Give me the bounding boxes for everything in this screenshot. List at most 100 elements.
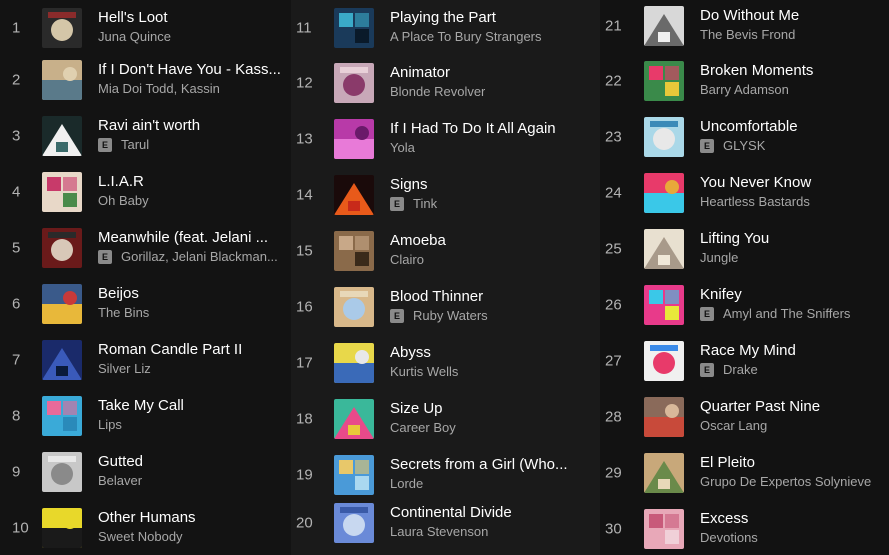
- album-cover[interactable]: [334, 287, 374, 327]
- track-artist[interactable]: Career Boy: [390, 420, 456, 435]
- track-artist[interactable]: Sweet Nobody: [98, 529, 183, 544]
- track-row[interactable]: 6 Beijos The Bins: [0, 276, 291, 332]
- track-row[interactable]: 30 Excess Devotions: [600, 501, 889, 555]
- track-artist[interactable]: Heartless Bastards: [700, 194, 810, 209]
- album-cover[interactable]: [644, 453, 684, 493]
- track-title[interactable]: Hell's Loot: [98, 9, 288, 26]
- track-row[interactable]: 29 El Pleito Grupo De Expertos Solynieve: [600, 445, 889, 501]
- track-row[interactable]: 27 Race My Mind E Drake: [600, 333, 889, 389]
- album-cover[interactable]: [42, 172, 82, 212]
- track-row[interactable]: 24 You Never Know Heartless Bastards: [600, 165, 889, 221]
- album-cover[interactable]: [334, 455, 374, 495]
- album-cover[interactable]: [334, 503, 374, 543]
- track-title[interactable]: If I Don't Have You - Kass...: [98, 61, 288, 78]
- album-cover[interactable]: [644, 173, 684, 213]
- track-artist[interactable]: Gorillaz, Jelani Blackman...: [121, 249, 278, 264]
- track-title[interactable]: L.I.A.R: [98, 173, 288, 190]
- album-cover[interactable]: [644, 397, 684, 437]
- album-cover[interactable]: [42, 396, 82, 436]
- album-cover[interactable]: [334, 343, 374, 383]
- track-row[interactable]: 25 Lifting You Jungle: [600, 221, 889, 277]
- track-row[interactable]: 18 Size Up Career Boy: [291, 391, 600, 447]
- album-cover[interactable]: [644, 117, 684, 157]
- track-artist[interactable]: Oh Baby: [98, 193, 149, 208]
- track-artist[interactable]: Blonde Revolver: [390, 84, 485, 99]
- album-cover[interactable]: [644, 61, 684, 101]
- track-artist[interactable]: Tarul: [121, 137, 149, 152]
- album-cover[interactable]: [334, 119, 374, 159]
- track-row[interactable]: 15 Amoeba Clairo: [291, 223, 600, 279]
- album-cover[interactable]: [42, 60, 82, 100]
- track-row[interactable]: 28 Quarter Past Nine Oscar Lang: [600, 389, 889, 445]
- track-title[interactable]: Race My Mind: [700, 342, 888, 359]
- track-artist[interactable]: Grupo De Expertos Solynieve: [700, 474, 871, 489]
- track-artist[interactable]: Amyl and The Sniffers: [723, 306, 850, 321]
- track-row[interactable]: 23 Uncomfortable E GLYSK: [600, 109, 889, 165]
- track-title[interactable]: Lifting You: [700, 230, 888, 247]
- album-cover[interactable]: [42, 452, 82, 492]
- track-title[interactable]: Amoeba: [390, 232, 590, 249]
- album-cover[interactable]: [42, 340, 82, 380]
- album-cover[interactable]: [334, 175, 374, 215]
- track-row[interactable]: 13 If I Had To Do It All Again Yola: [291, 111, 600, 167]
- track-title[interactable]: Gutted: [98, 453, 288, 470]
- track-title[interactable]: Beijos: [98, 285, 288, 302]
- track-artist[interactable]: Juna Quince: [98, 29, 171, 44]
- track-title[interactable]: Continental Divide: [390, 504, 590, 521]
- album-cover[interactable]: [334, 231, 374, 271]
- track-title[interactable]: Knifey: [700, 286, 888, 303]
- track-artist[interactable]: A Place To Bury Strangers: [390, 29, 542, 44]
- track-artist[interactable]: Laura Stevenson: [390, 524, 488, 539]
- track-title[interactable]: Abyss: [390, 344, 590, 361]
- track-row[interactable]: 7 Roman Candle Part II Silver Liz: [0, 332, 291, 388]
- album-cover[interactable]: [334, 8, 374, 48]
- track-title[interactable]: Roman Candle Part II: [98, 341, 288, 358]
- track-artist[interactable]: The Bins: [98, 305, 149, 320]
- track-artist[interactable]: Mia Doi Todd, Kassin: [98, 81, 220, 96]
- track-artist[interactable]: Clairo: [390, 252, 424, 267]
- track-artist[interactable]: Oscar Lang: [700, 418, 767, 433]
- track-row[interactable]: 26 Knifey E Amyl and The Sniffers: [600, 277, 889, 333]
- track-row[interactable]: 20 Continental Divide Laura Stevenson: [291, 495, 600, 551]
- track-row[interactable]: 14 Signs E Tink: [291, 167, 600, 223]
- track-title[interactable]: Ravi ain't worth: [98, 117, 288, 134]
- track-title[interactable]: Other Humans: [98, 509, 288, 526]
- track-row[interactable]: 4 L.I.A.R Oh Baby: [0, 164, 291, 220]
- track-title[interactable]: Broken Moments: [700, 62, 888, 79]
- track-title[interactable]: El Pleito: [700, 454, 888, 471]
- track-artist[interactable]: Lorde: [390, 476, 423, 491]
- track-row[interactable]: 17 Abyss Kurtis Wells: [291, 335, 600, 391]
- track-title[interactable]: Do Without Me: [700, 7, 888, 24]
- track-title[interactable]: Quarter Past Nine: [700, 398, 888, 415]
- track-artist[interactable]: Tink: [413, 196, 437, 211]
- album-cover[interactable]: [644, 6, 684, 46]
- track-row[interactable]: 1 Hell's Loot Juna Quince: [0, 0, 291, 56]
- track-artist[interactable]: Drake: [723, 362, 758, 377]
- track-row[interactable]: 11 Playing the Part A Place To Bury Strang…: [291, 0, 600, 56]
- track-row[interactable]: 3 Ravi ain't worth E Tarul: [0, 108, 291, 164]
- track-title[interactable]: Take My Call: [98, 397, 288, 414]
- track-title[interactable]: Size Up: [390, 400, 590, 417]
- album-cover[interactable]: [42, 508, 82, 548]
- track-artist[interactable]: Barry Adamson: [700, 82, 789, 97]
- track-title[interactable]: Blood Thinner: [390, 288, 590, 305]
- album-cover[interactable]: [334, 63, 374, 103]
- track-row[interactable]: 16 Blood Thinner E Ruby Waters: [291, 279, 600, 335]
- track-row[interactable]: 10 Other Humans Sweet Nobody: [0, 500, 291, 555]
- track-title[interactable]: If I Had To Do It All Again: [390, 120, 590, 137]
- track-artist[interactable]: Ruby Waters: [413, 308, 488, 323]
- track-row[interactable]: 2 If I Don't Have You - Kass... Mia Doi To…: [0, 52, 291, 108]
- track-artist[interactable]: Lips: [98, 417, 122, 432]
- track-artist[interactable]: Yola: [390, 140, 415, 155]
- track-row[interactable]: 9 Gutted Belaver: [0, 444, 291, 500]
- track-title[interactable]: You Never Know: [700, 174, 888, 191]
- track-title[interactable]: Excess: [700, 510, 888, 527]
- track-artist[interactable]: Silver Liz: [98, 361, 151, 376]
- track-row[interactable]: 8 Take My Call Lips: [0, 388, 291, 444]
- track-row[interactable]: 21 Do Without Me The Bevis Frond: [600, 0, 889, 54]
- album-cover[interactable]: [644, 285, 684, 325]
- track-title[interactable]: Secrets from a Girl (Who...: [390, 456, 590, 473]
- track-row[interactable]: 12 Animator Blonde Revolver: [291, 55, 600, 111]
- album-cover[interactable]: [42, 8, 82, 48]
- album-cover[interactable]: [644, 229, 684, 269]
